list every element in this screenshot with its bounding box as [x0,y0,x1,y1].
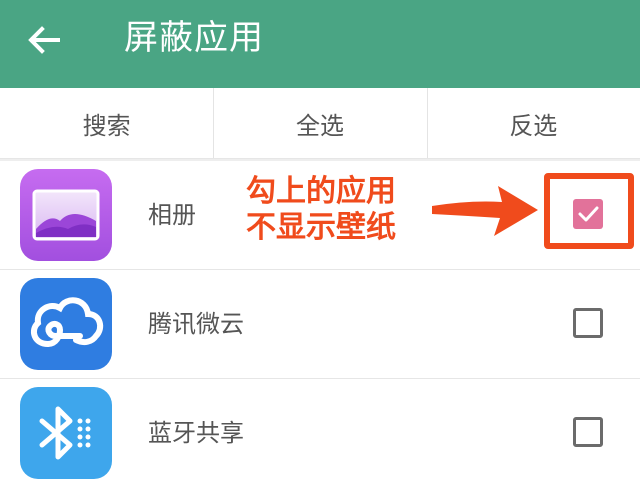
invert-selection-button[interactable]: 反选 [426,88,640,158]
app-name: 相册 [148,201,196,229]
arrow-left-icon [28,26,60,54]
bluetooth-icon [20,387,112,479]
search-button[interactable]: 搜索 [0,88,213,158]
bluetooth-checkbox[interactable] [573,417,603,447]
annotation-text: 勾上的应用 不显示壁纸 [246,174,446,246]
gallery-icon [20,169,112,261]
app-name: 腾讯微云 [148,310,244,338]
list-item-weiyun[interactable]: 腾讯微云 [0,270,640,379]
highlight-box [544,173,634,249]
app-name: 蓝牙共享 [148,419,244,447]
hide-apps-screen: 屏蔽应用 搜索 全选 反选 相册 腾讯微云 蓝牙共享 勾上的应用 不显示壁纸 [0,0,640,486]
page-title: 屏蔽应用 [124,18,264,58]
select-all-button[interactable]: 全选 [213,88,426,158]
cloud-icon [20,278,112,370]
arrow-right-icon [432,186,538,236]
action-bar: 搜索 全选 反选 [0,88,640,159]
annotation-line-2: 不显示壁纸 [246,210,396,245]
back-button[interactable] [22,18,66,62]
annotation-line-1: 勾上的应用 [246,174,396,209]
app-bar: 屏蔽应用 [0,0,640,88]
weiyun-checkbox[interactable] [573,308,603,338]
list-item-bluetooth[interactable]: 蓝牙共享 [0,379,640,486]
